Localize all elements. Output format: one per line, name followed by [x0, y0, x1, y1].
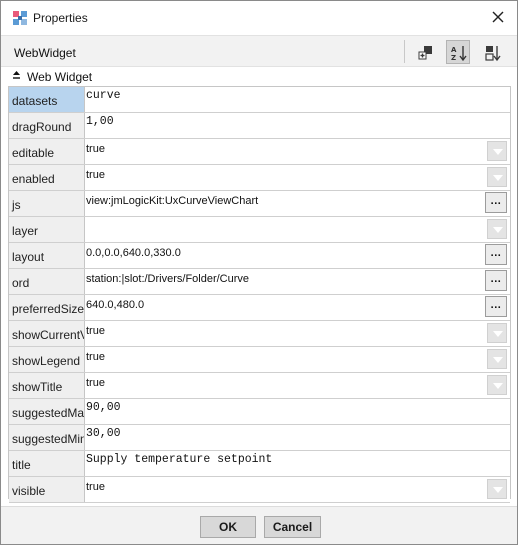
property-name: showCurrentValue	[9, 321, 85, 346]
ellipsis-button[interactable]: ...	[485, 192, 507, 213]
property-value-field[interactable]: station:|slot:/Drivers/Folder/Curve...	[86, 269, 510, 294]
property-value: 0.0,0.0,640.0,330.0	[86, 247, 181, 259]
property-value-field[interactable]: 30,00	[86, 425, 510, 450]
property-name: suggestedMin	[9, 425, 85, 450]
property-name: datasets	[9, 87, 85, 112]
ellipsis-button[interactable]: ...	[485, 296, 507, 317]
property-value-field[interactable]: true	[86, 165, 510, 190]
property-value: Supply temperature setpoint	[86, 453, 273, 466]
property-value: true	[86, 481, 105, 493]
toolbar-divider	[404, 40, 405, 63]
chevron-down-icon[interactable]	[487, 479, 507, 499]
property-row-dragRound[interactable]: dragRound 1,00	[9, 113, 510, 139]
property-value-field[interactable]: true	[86, 477, 510, 502]
property-value: true	[86, 143, 105, 155]
property-value-field[interactable]: 640.0,480.0...	[86, 295, 510, 320]
property-name: ord	[9, 269, 85, 294]
property-value-field[interactable]	[86, 217, 510, 242]
property-value: 1,00	[86, 115, 114, 128]
property-row-js[interactable]: js view:jmLogicKit:UxCurveViewChart...	[9, 191, 510, 217]
property-value: view:jmLogicKit:UxCurveViewChart	[86, 195, 259, 207]
chevron-down-icon[interactable]	[487, 167, 507, 187]
property-row-preferredSize[interactable]: preferredSize 640.0,480.0...	[9, 295, 510, 321]
property-value: true	[86, 169, 105, 181]
add-slot-icon	[418, 46, 432, 60]
property-row-datasets[interactable]: datasets curve	[9, 87, 510, 113]
sort-alphabetical-button[interactable]: A Z	[446, 40, 470, 64]
property-row-ord[interactable]: ord station:|slot:/Drivers/Folder/Curve..…	[9, 269, 510, 295]
property-value: true	[86, 325, 105, 337]
component-type-label: WebWidget	[14, 46, 76, 60]
property-name: layout	[9, 243, 85, 268]
ellipsis-button[interactable]: ...	[485, 244, 507, 265]
ellipsis-button[interactable]: ...	[485, 270, 507, 291]
property-row-suggestedMin[interactable]: suggestedMin 30,00	[9, 425, 510, 451]
property-value: 30,00	[86, 427, 121, 440]
property-value: station:|slot:/Drivers/Folder/Curve	[86, 273, 250, 285]
close-icon[interactable]	[489, 8, 507, 26]
property-value: 640.0,480.0	[86, 299, 145, 311]
property-name: preferredSize	[9, 295, 85, 320]
ok-button[interactable]: OK	[200, 516, 256, 538]
sort-order-button[interactable]	[480, 40, 504, 64]
svg-text:A: A	[451, 46, 457, 54]
cancel-button[interactable]: Cancel	[264, 516, 321, 538]
property-row-showCurrentValue[interactable]: showCurrentValuetrue	[9, 321, 510, 347]
property-value-field[interactable]: view:jmLogicKit:UxCurveViewChart...	[86, 191, 510, 216]
chevron-down-icon[interactable]	[487, 141, 507, 161]
property-value-field[interactable]: 0.0,0.0,640.0,330.0...	[86, 243, 510, 268]
property-value-field[interactable]: curve	[86, 87, 510, 112]
properties-dialog: Properties WebWidget A Z Web Widget data…	[0, 0, 518, 545]
property-grid: datasets curve dragRound 1,00 editable true en…	[8, 86, 511, 503]
property-row-suggestedMax[interactable]: suggestedMax 90,00	[9, 399, 510, 425]
property-row-showTitle[interactable]: showTitle true	[9, 373, 510, 399]
property-value: 90,00	[86, 401, 121, 414]
property-row-editable[interactable]: editable true	[9, 139, 510, 165]
property-name: showLegend	[9, 347, 85, 372]
property-row-title[interactable]: title Supply temperature setpoint	[9, 451, 510, 477]
chevron-down-icon[interactable]	[487, 349, 507, 369]
collapse-up-icon[interactable]	[12, 70, 21, 81]
sort-order-icon	[485, 46, 501, 62]
dialog-footer: OK Cancel	[1, 506, 517, 544]
property-name: title	[9, 451, 85, 476]
property-name: dragRound	[9, 113, 85, 138]
property-row-enabled[interactable]: enabled true	[9, 165, 510, 191]
property-value: true	[86, 377, 105, 389]
breadcrumb: Web Widget	[1, 68, 517, 86]
properties-app-icon	[13, 11, 27, 25]
property-row-layout[interactable]: layout 0.0,0.0,640.0,330.0...	[9, 243, 510, 269]
property-value: true	[86, 351, 105, 363]
title-bar: Properties	[1, 1, 517, 35]
property-value-field[interactable]: true	[86, 139, 510, 164]
property-value-field[interactable]: true	[86, 347, 510, 372]
breadcrumb-label: Web Widget	[27, 70, 93, 84]
property-name: visible	[9, 477, 85, 502]
sort-alphabetical-icon: A Z	[451, 46, 467, 62]
property-name: layer	[9, 217, 85, 242]
chevron-down-icon[interactable]	[487, 375, 507, 395]
property-value-field[interactable]: 1,00	[86, 113, 510, 138]
add-slot-button[interactable]	[413, 40, 437, 64]
property-row-layer[interactable]: layer	[9, 217, 510, 243]
chevron-down-icon[interactable]	[487, 219, 507, 239]
svg-text:Z: Z	[451, 54, 456, 62]
property-name: suggestedMax	[9, 399, 85, 424]
property-name: showTitle	[9, 373, 85, 398]
property-sheet-header: WebWidget A Z	[1, 35, 517, 67]
property-value: curve	[86, 89, 121, 102]
property-row-visible[interactable]: visible true	[9, 477, 510, 503]
property-row-showLegend[interactable]: showLegend true	[9, 347, 510, 373]
property-name: js	[9, 191, 85, 216]
property-value-field[interactable]: 90,00	[86, 399, 510, 424]
property-value-field[interactable]: true	[86, 321, 510, 346]
chevron-down-icon[interactable]	[487, 323, 507, 343]
property-value-field[interactable]: Supply temperature setpoint	[86, 451, 510, 476]
property-name: editable	[9, 139, 85, 164]
property-value-field[interactable]: true	[86, 373, 510, 398]
property-name: enabled	[9, 165, 85, 190]
window-title: Properties	[33, 11, 88, 25]
